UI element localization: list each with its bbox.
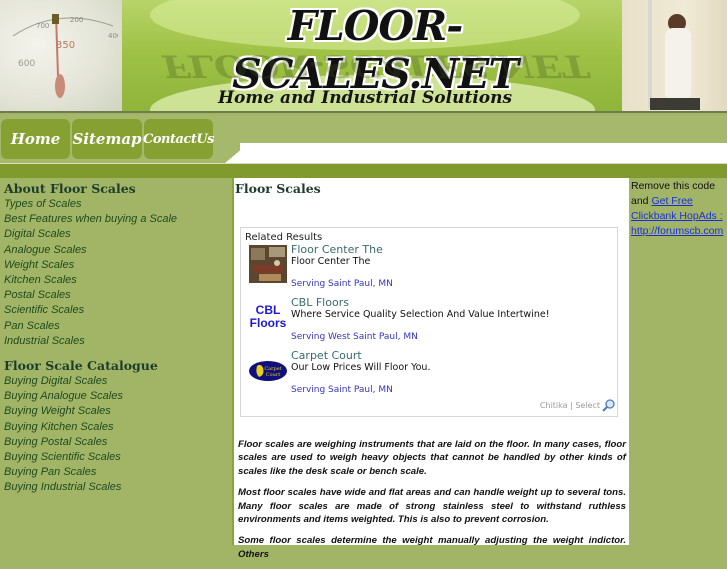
ad-description: Floor Center The xyxy=(291,256,371,267)
sidebar-link[interactable]: Weight Scales xyxy=(4,258,232,273)
sidebar: About Floor Scales Types of Scales Best … xyxy=(0,178,232,545)
cbl-floors-logo[interactable]: CBL Floors xyxy=(249,298,287,336)
chitika-select-label[interactable]: Chitika | Select xyxy=(540,401,600,410)
svg-text:600: 600 xyxy=(18,59,35,69)
sidebar-link[interactable]: Types of Scales xyxy=(4,197,232,212)
clickbank-hopads-link[interactable]: Clickbank HopAds : xyxy=(631,210,723,222)
article-paragraph: Most floor scales have wide and flat are… xyxy=(238,487,626,526)
nav-sitemap-button[interactable]: Sitemap xyxy=(72,119,142,159)
carpet-court-logo[interactable]: Carpet Court xyxy=(249,351,287,389)
sidebar-heading: About Floor Scales xyxy=(4,181,136,196)
ad-location-link[interactable]: Serving Saint Paul, MN xyxy=(291,279,393,289)
sidebar-link[interactable]: Buying Weight Scales xyxy=(4,404,232,419)
ad-title-link[interactable]: Floor Center The xyxy=(291,243,393,256)
sidebar-link[interactable]: Best Features when buying a Scale xyxy=(4,212,232,227)
get-free-link[interactable]: Get Free xyxy=(651,195,692,207)
sidebar-link[interactable]: Buying Industrial Scales xyxy=(4,480,232,495)
ad-location-link[interactable]: Serving West Saint Paul, MN xyxy=(291,332,550,342)
sidebar-link[interactable]: Buying Pan Scales xyxy=(4,465,232,480)
sidebar-group-catalogue: Floor Scale Catalogue Buying Digital Sca… xyxy=(0,358,232,496)
article-body: Floor scales are weighing instruments th… xyxy=(238,438,626,569)
forumscb-link[interactable]: http://forumscb.com xyxy=(631,225,723,237)
main-nav: Home Sitemap ContactUs xyxy=(0,115,727,164)
svg-text:350: 350 xyxy=(56,40,75,51)
sidebar-link[interactable]: Buying Kitchen Scales xyxy=(4,420,232,435)
header-banner: 700 200 400 350 600 FLOOR-SCALES.NET FLO… xyxy=(0,0,727,113)
ad-item[interactable]: Floor Center The Floor Center The Servin… xyxy=(249,243,617,296)
sidebar-link[interactable]: Buying Digital Scales xyxy=(4,374,232,389)
page-title: Floor Scales xyxy=(235,181,321,196)
ad-description: Where Service Quality Selection And Valu… xyxy=(291,309,550,320)
sidebar-link[interactable]: Postal Scales xyxy=(4,288,232,303)
ad-header: Related Results xyxy=(245,232,323,243)
nav-contactus-button[interactable]: ContactUs xyxy=(143,119,215,159)
svg-text:400: 400 xyxy=(108,32,118,40)
nav-home-button[interactable]: Home xyxy=(1,119,70,159)
sidebar-link[interactable]: Industrial Scales xyxy=(4,334,232,349)
ad-item[interactable]: CBL Floors CBL Floors Where Service Qual… xyxy=(249,296,617,349)
divider-bar xyxy=(0,164,727,178)
main-content: Floor Scales Related Results Floor Cente… xyxy=(232,178,629,560)
ad-title-link[interactable]: Carpet Court xyxy=(291,349,430,362)
sidebar-link[interactable]: Analogue Scales xyxy=(4,243,232,258)
ad-title-link[interactable]: CBL Floors xyxy=(291,296,550,309)
ad-location-link[interactable]: Serving Saint Paul, MN xyxy=(291,385,430,395)
sidebar-link[interactable]: Buying Postal Scales xyxy=(4,435,232,450)
ad-description: Our Low Prices Will Floor You. xyxy=(291,362,431,373)
article-paragraph: Some floor scales determine the weight m… xyxy=(238,535,626,560)
svg-text:200: 200 xyxy=(70,16,83,24)
sidebar-link[interactable]: Scientific Scales xyxy=(4,303,232,318)
article-paragraph: Floor scales are weighing instruments th… xyxy=(238,439,626,477)
sidebar-link[interactable]: Pan Scales xyxy=(4,319,232,334)
sidebar-link[interactable]: Digital Scales xyxy=(4,227,232,242)
site-title-reflection: FLOOR-SCALES.NET xyxy=(162,48,588,85)
svg-text:Court: Court xyxy=(266,372,280,378)
sidebar-group-about: About Floor Scales Types of Scales Best … xyxy=(0,181,232,349)
sidebar-heading: Floor Scale Catalogue xyxy=(4,358,158,374)
svg-text:700: 700 xyxy=(36,22,49,30)
store-photo-thumbnail[interactable] xyxy=(249,245,287,283)
sidebar-link[interactable]: Kitchen Scales xyxy=(4,273,232,288)
ad-item[interactable]: Carpet Court Carpet Court Our Low Prices… xyxy=(249,349,617,402)
related-results-ad: Related Results Floor Center The Floor C… xyxy=(240,227,618,417)
magnifier-icon[interactable] xyxy=(602,399,615,412)
right-ad-column: Remove this code and Get Free Clickbank … xyxy=(629,178,727,545)
ad-footer[interactable]: Chitika | Select xyxy=(540,399,615,412)
sidebar-link[interactable]: Buying Scientific Scales xyxy=(4,450,232,465)
site-tagline: Home and Industrial Solutions xyxy=(217,88,513,108)
sidebar-link[interactable]: Buying Analogue Scales xyxy=(4,389,232,404)
scale-dial-graphic: 700 200 400 350 600 xyxy=(12,13,118,98)
